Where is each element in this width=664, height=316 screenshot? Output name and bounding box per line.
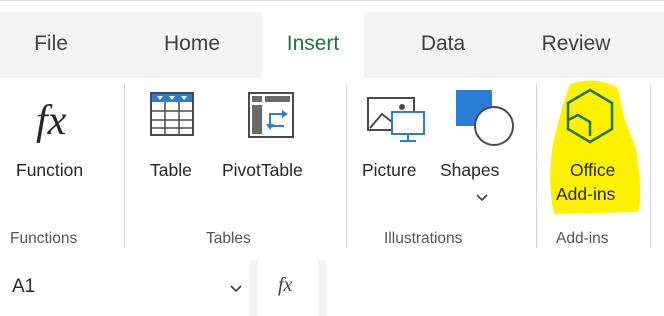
- table-label: Table: [150, 160, 192, 180]
- name-box-value: A1: [12, 276, 36, 297]
- office-addins-button[interactable]: Office Add-ins: [540, 78, 644, 218]
- ribbon-tab-bar: File Home Insert Data Review: [0, 12, 664, 78]
- fx-icon: fx: [278, 274, 293, 296]
- pivottable-label: PivotTable: [222, 160, 303, 180]
- group-label-illustrations: Illustrations: [384, 230, 463, 247]
- picture-icon: [367, 97, 425, 142]
- table-icon: [150, 92, 194, 136]
- tab-home[interactable]: Home: [146, 12, 238, 78]
- shapes-label: Shapes: [440, 160, 500, 180]
- group-label-functions: Functions: [10, 230, 78, 247]
- shapes-button[interactable]: Shapes: [440, 88, 526, 218]
- name-box[interactable]: A1: [0, 260, 250, 316]
- group-divider: [346, 84, 347, 248]
- table-button[interactable]: Table: [140, 88, 212, 198]
- tab-file[interactable]: File: [18, 12, 84, 78]
- chevron-down-icon[interactable]: [230, 285, 242, 293]
- fx-icon: fx: [36, 98, 67, 144]
- chevron-down-icon: [476, 194, 488, 202]
- picture-label: Picture: [362, 160, 417, 180]
- picture-button[interactable]: Picture: [358, 88, 432, 198]
- office-addins-label-line2: Add-ins: [556, 184, 616, 204]
- formula-input[interactable]: [326, 260, 664, 316]
- insert-function-button[interactable]: fx: [258, 260, 318, 316]
- tab-data[interactable]: Data: [404, 12, 482, 78]
- tab-insert[interactable]: Insert: [262, 12, 364, 78]
- ribbon-insert-panel: fx Function Table PivotTable Picture Sha…: [0, 78, 664, 254]
- hexagon-addins-icon: [566, 88, 614, 144]
- office-addins-label-line1: Office: [570, 160, 616, 180]
- group-divider: [536, 84, 537, 248]
- formula-bar: A1 fx: [0, 260, 664, 316]
- group-divider: [124, 84, 125, 248]
- group-divider: [650, 84, 651, 248]
- group-label-addins: Add-ins: [556, 230, 609, 247]
- pivottable-button[interactable]: PivotTable: [222, 88, 336, 198]
- svg-text:fx: fx: [36, 98, 67, 144]
- group-label-tables: Tables: [206, 230, 251, 247]
- function-label: Function: [16, 160, 84, 180]
- pivottable-icon: [248, 92, 294, 138]
- function-button[interactable]: fx Function: [8, 88, 116, 198]
- tab-review[interactable]: Review: [526, 12, 626, 78]
- shapes-icon: [456, 90, 514, 146]
